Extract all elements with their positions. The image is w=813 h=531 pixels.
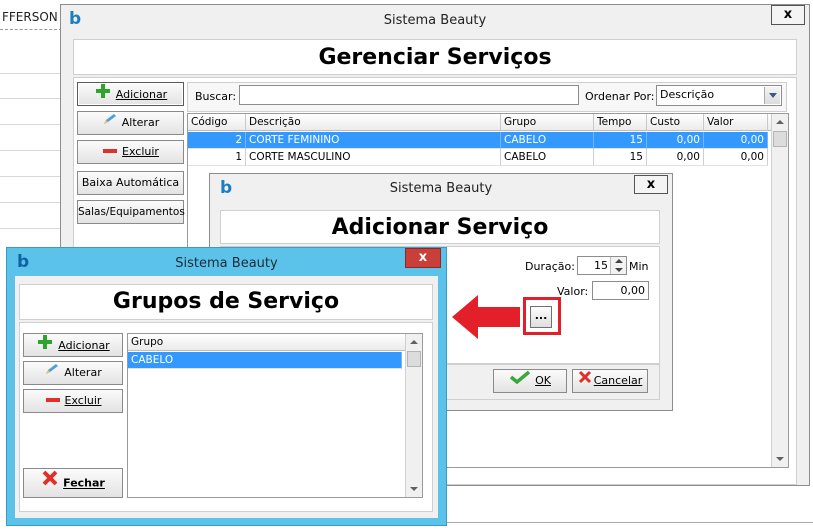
window-titlebar[interactable]: b Sistema Beauty x (7, 248, 446, 276)
table-scrollbar[interactable] (405, 334, 422, 497)
background-row-line (0, 202, 62, 203)
duration-unit: Min (629, 260, 649, 273)
browse-groups-button[interactable]: ... (530, 306, 552, 328)
column-header[interactable]: Valor (704, 114, 768, 131)
background-row-line (0, 98, 62, 99)
background-column-header: FFERSON (0, 0, 62, 30)
chevron-down-icon[interactable] (764, 87, 780, 104)
column-header[interactable]: Descrição (246, 114, 501, 131)
search-label: Buscar: (195, 90, 237, 103)
dialog-title: Grupos de Serviço (112, 289, 340, 314)
minus-icon (45, 390, 61, 412)
table-row[interactable]: 2 CORTE FEMININO CABELO 15 0,00 0,00 (188, 132, 772, 149)
background-divider (440, 522, 813, 523)
table-header: Código Descrição Grupo Tempo Custo Valor (188, 114, 772, 131)
x-icon (578, 370, 592, 392)
heading-panel: Grupos de Serviço (19, 284, 433, 320)
close-button[interactable]: x (634, 175, 668, 194)
table-scrollbar[interactable] (771, 114, 788, 467)
cancel-button[interactable]: Cancelar (572, 369, 648, 393)
rooms-equipment-button[interactable]: Salas/Equipamentos (77, 200, 185, 224)
window-title: Sistema Beauty (383, 13, 487, 28)
table-row[interactable]: CABELO (128, 352, 406, 369)
window-titlebar[interactable]: b Sistema Beauty x (61, 5, 809, 35)
delete-group-button[interactable]: Excluir (23, 389, 123, 413)
close-button[interactable]: x (405, 248, 441, 268)
service-groups-window: b Sistema Beauty x Grupos de Serviço Adi… (6, 247, 447, 526)
background-row-line (0, 176, 62, 177)
column-header[interactable]: Grupo (501, 114, 594, 131)
duration-stepper[interactable]: 15 (577, 256, 627, 275)
red-arrow-icon (452, 295, 520, 339)
scroll-down-icon[interactable] (772, 451, 788, 467)
x-icon (41, 469, 59, 498)
heading-panel: Gerenciar Serviços (73, 39, 797, 75)
add-group-button[interactable]: Adicionar (23, 333, 123, 357)
background-row-line (0, 228, 62, 229)
edit-group-button[interactable]: Alterar (23, 361, 123, 385)
background-row-line (0, 150, 62, 151)
scroll-down-icon[interactable] (406, 481, 422, 497)
value-input[interactable]: 0,00 (592, 281, 649, 300)
window-titlebar[interactable]: b Sistema Beauty x (210, 174, 672, 204)
column-header[interactable]: Código (188, 114, 246, 131)
auto-discharge-button[interactable]: Baixa Automática (77, 171, 184, 195)
window-title: Sistema Beauty (175, 256, 278, 271)
window-title: Sistema Beauty (389, 181, 493, 196)
ok-button[interactable]: OK (493, 369, 567, 393)
scroll-thumb[interactable] (773, 131, 787, 147)
scroll-up-icon[interactable] (772, 114, 788, 130)
duration-label: Duração: (525, 260, 575, 273)
minus-icon (102, 141, 118, 163)
table-row[interactable]: 1 CORTE MASCULINO CABELO 15 0,00 0,00 (188, 149, 772, 166)
search-input[interactable] (239, 85, 579, 105)
value-label: Valor: (557, 285, 589, 298)
delete-button[interactable]: Excluir (77, 140, 184, 164)
background-row-line (0, 73, 62, 74)
background-row-line (0, 124, 62, 125)
checkmark-icon (509, 370, 531, 392)
pencil-icon (102, 112, 118, 134)
column-header[interactable]: Grupo (128, 334, 406, 351)
close-button[interactable]: x (771, 5, 805, 25)
column-header[interactable]: Custo (647, 114, 704, 131)
pencil-icon (44, 362, 60, 384)
add-button[interactable]: Adicionar (77, 82, 184, 106)
close-groups-button[interactable]: Fechar (23, 468, 123, 498)
scroll-up-icon[interactable] (406, 334, 422, 350)
column-header[interactable]: Tempo (594, 114, 647, 131)
groups-table: Grupo CABELO (127, 333, 423, 498)
heading-panel: Adicionar Serviço (220, 210, 660, 244)
edit-button[interactable]: Alterar (77, 111, 184, 135)
order-by-select[interactable]: Descrição (656, 85, 782, 106)
plus-icon (94, 83, 112, 107)
dialog-title: Adicionar Serviço (331, 215, 549, 240)
plus-icon (36, 334, 54, 358)
page-title: Gerenciar Serviços (318, 45, 552, 70)
table-header: Grupo (128, 334, 406, 351)
scroll-thumb[interactable] (407, 351, 421, 367)
order-by-label: Ordenar Por: (585, 90, 655, 103)
spin-arrows-icon[interactable] (610, 257, 626, 274)
window-body: Grupos de Serviço Adicionar Alterar Excl… (15, 276, 438, 518)
